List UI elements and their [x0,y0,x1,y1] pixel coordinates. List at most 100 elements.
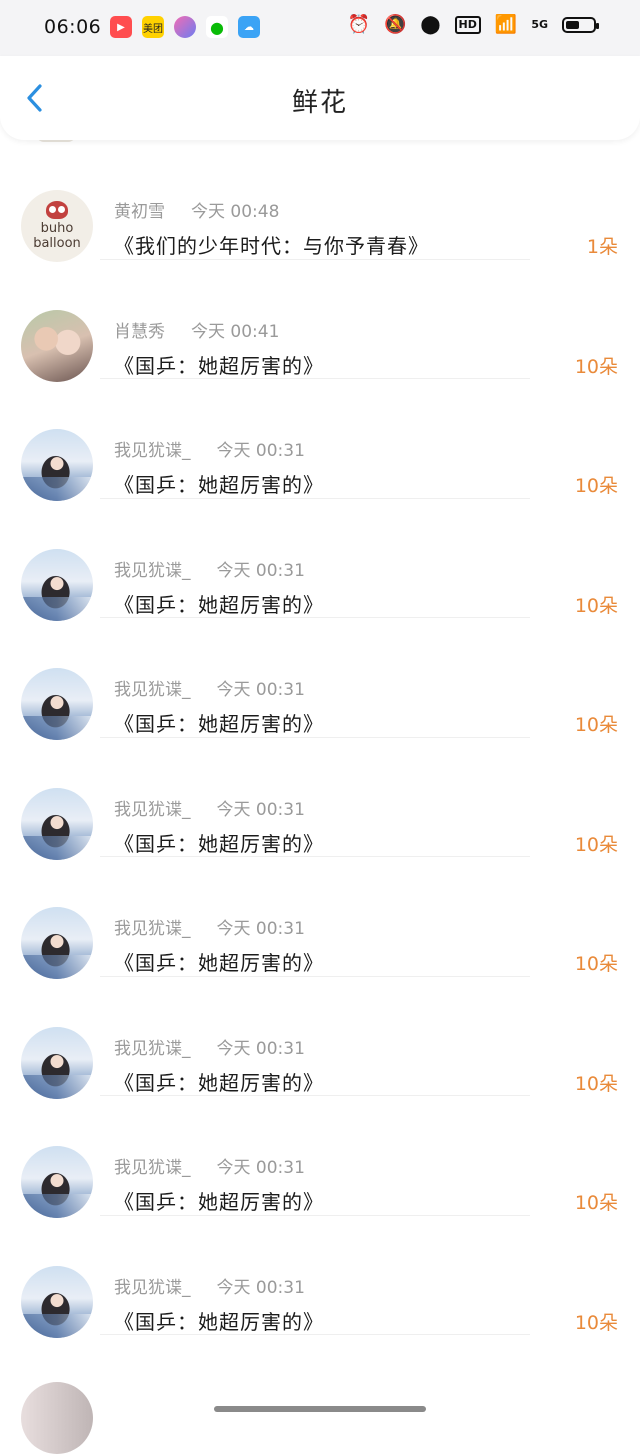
avatar[interactable] [21,1382,93,1454]
item-content: 我见犹谍_ 今天 00:31 《国乒：她超厉害的》 [114,1034,620,1096]
work-title[interactable]: 《国乒：她超厉害的》 [114,828,620,857]
flower-count: 10朵 [574,1192,618,1214]
avatar[interactable] [21,1026,93,1099]
owl-logo-icon [46,201,68,219]
video-app-icon: ▶ [110,16,132,38]
system-icons: ⏰ 🔕 ⬤ HD 📶 5G [347,14,599,36]
sent-time: 今天 00:48 [191,202,280,222]
status-time: 06:06 [44,16,102,38]
sender-name[interactable]: 我见犹谍_ [114,556,191,581]
avatar[interactable] [21,1146,93,1218]
flower-count: 10朵 [574,475,618,497]
wifi-icon: 📶 [494,14,518,35]
sender-name[interactable]: 肖慧秀 [114,317,165,342]
item-meta: 我见犹谍_ 今天 00:31 [114,1273,620,1298]
list-item[interactable]: 我见犹谍_ 今天 00:31 《国乒：她超厉害的》 10朵 [0,379,640,501]
avatar[interactable] [21,668,93,740]
battery-level [566,21,579,29]
notification-app-icons: ▶ 美团 ● ☁ [110,16,260,38]
item-meta: 黄初雪 今天 00:48 [114,197,620,222]
item-meta: 我见犹谍_ 今天 00:31 [114,795,620,820]
flower-count: 10朵 [574,1072,618,1095]
flower-count: 10朵 [574,953,618,975]
sent-time: 今天 00:31 [216,1158,305,1178]
list-item[interactable]: 我见犹谍_ 今天 00:31 《国乒：她超厉害的》 10朵 [0,1096,640,1218]
avatar[interactable] [21,907,93,979]
sender-name[interactable]: 我见犹谍_ [114,436,191,461]
sent-time: 今天 00:41 [191,321,280,342]
flower-count: 10朵 [574,355,618,378]
item-meta: 我见犹谍_ 今天 00:31 [114,1153,620,1178]
work-title[interactable]: 《国乒：她超厉害的》 [114,947,620,976]
signal-5g-icon: 5G [531,18,548,31]
flower-count: 10朵 [574,594,618,617]
weather-app-icon: ☁ [238,16,260,38]
avatar[interactable] [21,787,93,860]
sent-time: 今天 00:31 [216,560,305,581]
sent-time: 今天 00:31 [216,919,305,939]
item-content: 黄初雪 今天 00:48 《我们的少年时代：与你予青春》 [114,197,620,259]
list-item[interactable]: 我见犹谍_ 今天 00:31 《国乒：她超厉害的》 10朵 [0,857,640,979]
sender-name[interactable]: 我见犹谍_ [114,914,191,939]
sender-name[interactable]: 我见犹谍_ [114,1153,191,1178]
flower-count: 1朵 [586,236,618,258]
list-item[interactable]: 我见犹谍_ 今天 00:31 《国乒：她超厉害的》 10朵 [0,977,640,1099]
item-content: 我见犹谍_ 今天 00:31 《国乒：她超厉害的》 [114,795,620,857]
list-item[interactable]: 我见犹谍_ 今天 00:31 《国乒：她超厉害的》 10朵 [0,618,640,740]
avatar[interactable] [21,1265,93,1338]
work-title[interactable]: 《国乒：她超厉害的》 [114,1067,620,1096]
list-item[interactable]: 肖慧秀 今天 00:41 《国乒：她超厉害的》 10朵 [0,260,640,382]
item-meta: 我见犹谍_ 今天 00:31 [114,436,620,461]
hd-icon: HD [454,16,481,34]
sender-name[interactable]: 我见犹谍_ [114,675,191,700]
item-meta: 我见犹谍_ 今天 00:31 [114,556,620,581]
mute-icon: 🔕 [383,14,407,35]
alarm-icon: ⏰ [347,14,370,35]
item-content: 肖慧秀 今天 00:41 《国乒：她超厉害的》 [114,317,620,379]
location-icon: ⬤ [420,14,441,35]
list-item[interactable]: 我见犹谍_ 今天 00:31 《国乒：她超厉害的》 10朵 [0,1216,640,1338]
meituan-app-icon: 美团 [142,16,164,38]
sent-time: 今天 00:31 [216,1038,305,1059]
item-content: 我见犹谍_ 今天 00:31 《国乒：她超厉害的》 [114,1153,620,1215]
home-indicator[interactable] [214,1406,426,1412]
sent-time: 今天 00:31 [216,680,305,700]
avatar[interactable] [21,548,93,621]
work-title[interactable]: 《国乒：她超厉害的》 [114,350,620,379]
item-meta: 肖慧秀 今天 00:41 [114,317,620,342]
wechat-app-icon: ● [206,16,228,38]
avatar-logo-text: balloon [33,236,81,251]
avatar[interactable] [21,309,93,382]
flower-count: 10朵 [574,1311,618,1334]
sender-name[interactable]: 我见犹谍_ [114,1273,191,1298]
page-title: 鲜花 [291,88,348,118]
top-nav-bar: 鲜花 [0,56,640,140]
work-title[interactable]: 《国乒：她超厉害的》 [114,708,620,737]
work-title[interactable]: 《国乒：她超厉害的》 [114,1186,620,1215]
battery-icon [562,17,599,33]
list-item-partial[interactable] [0,1335,640,1454]
work-title[interactable]: 《国乒：她超厉害的》 [114,469,620,498]
avatar[interactable]: buho balloon [21,190,93,262]
list-item[interactable]: buho balloon 黄初雪 今天 00:48 《我们的少年时代：与你予青春》 1朵 [0,140,640,262]
list-item[interactable]: 我见犹谍_ 今天 00:31 《国乒：她超厉害的》 10朵 [0,738,640,860]
sent-time: 今天 00:31 [216,799,305,820]
ball-app-icon [174,16,196,38]
flower-count: 10朵 [574,833,618,856]
work-title[interactable]: 《国乒：她超厉害的》 [114,1306,620,1335]
item-meta: 我见犹谍_ 今天 00:31 [114,1034,620,1059]
sender-name[interactable]: 我见犹谍_ [114,1034,191,1059]
work-title[interactable]: 《我们的少年时代：与你予青春》 [114,230,620,259]
sender-name[interactable]: 黄初雪 [114,197,165,222]
item-meta: 我见犹谍_ 今天 00:31 [114,914,620,939]
avatar-logo-text: buho [40,221,74,236]
status-bar: 06:06 ▶ 美团 ● ☁ ⏰ 🔕 ⬤ HD 📶 5G [0,0,640,56]
sender-name[interactable]: 我见犹谍_ [114,795,191,820]
sent-time: 今天 00:31 [216,1277,305,1298]
item-content: 我见犹谍_ 今天 00:31 《国乒：她超厉害的》 [114,556,620,618]
avatar[interactable] [21,429,93,501]
work-title[interactable]: 《国乒：她超厉害的》 [114,589,620,618]
sent-time: 今天 00:31 [216,441,305,461]
list-item[interactable]: 我见犹谍_ 今天 00:31 《国乒：她超厉害的》 10朵 [0,499,640,621]
item-content: 我见犹谍_ 今天 00:31 《国乒：她超厉害的》 [114,1273,620,1335]
